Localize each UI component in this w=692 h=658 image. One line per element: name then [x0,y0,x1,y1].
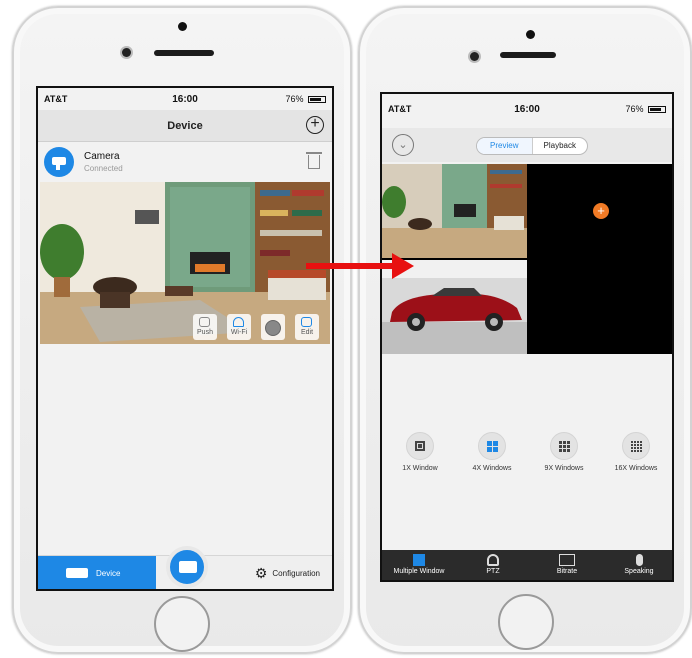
tab-configuration[interactable]: ⚙ Configuration [254,556,320,589]
tab-configuration-label: Configuration [272,568,320,578]
living-room-thumbnail [382,164,527,258]
multiple-window-label: Multiple Window [393,568,445,575]
transition-arrow-shaft [306,263,394,269]
speaking-button[interactable]: Speaking [604,550,672,580]
chevron-down-icon[interactable]: ⌄ [392,134,414,156]
bitrate-label: Bitrate [556,568,578,575]
bitrate-icon [559,554,575,566]
home-button [154,596,210,652]
earpiece-speaker [154,50,214,56]
wifi-icon [233,317,244,327]
add-channel-icon[interactable]: + [593,203,609,219]
tab-bar: Device ⚙ Configuration [38,546,332,589]
layout-9x[interactable]: 9X Windows [534,432,594,472]
push-icon [199,317,210,327]
view-mode-segment: Preview Playback [476,137,588,155]
clock-label: 16:00 [514,103,540,115]
view-toolbar: ⌄ Preview Playback [382,128,672,162]
video-grid: + [382,164,672,354]
live-view-screen: AT&T 16:00 76% ⌄ Preview Playback + 1X W… [380,92,674,582]
multiple-window-icon [413,554,425,566]
video-cell-4[interactable] [529,260,672,354]
battery-percent: 76% [285,94,304,104]
push-button[interactable]: Push [193,314,217,340]
battery-status: 76% [573,104,667,114]
folder-button[interactable] [166,546,208,588]
layout-9x-label: 9X Windows [544,465,584,472]
tab-device[interactable]: Device [38,556,156,589]
trash-icon[interactable] [306,152,322,169]
window-layout-options: 1X Window 4X Windows 9X Windows 16X Wind… [382,432,672,492]
layout-1x-label: 1X Window [402,465,438,472]
phone-frame-left: AT&T 16:00 76% Device + Camera Connected [12,6,352,654]
tab-device-label: Device [96,568,121,578]
ptz-label: PTZ [486,568,500,575]
phone-frame-right: AT&T 16:00 76% ⌄ Preview Playback + 1X W… [358,6,692,654]
dvr-icon [66,568,88,578]
tab-playback[interactable]: Playback [531,138,588,154]
proximity-sensor [178,22,187,31]
front-camera [122,48,131,57]
layout-1x[interactable]: 1X Window [390,432,450,472]
edit-icon [301,317,312,327]
battery-icon [308,96,326,104]
nine-window-icon [550,432,578,460]
gear-icon: ⚙ [254,564,268,581]
wifi-label: Wi-Fi [230,329,248,336]
layout-16x-label: 16X Windows [614,465,658,472]
settings-button[interactable] [261,314,285,340]
single-window-icon [406,432,434,460]
edit-label: Edit [300,329,314,336]
carrier-label: AT&T [44,94,68,104]
video-cell-2[interactable]: + [529,164,672,258]
device-list-screen: AT&T 16:00 76% Device + Camera Connected [36,86,334,591]
nav-bar: Device + [38,110,332,142]
four-window-icon [478,432,506,460]
speaking-label: Speaking [624,568,654,575]
arrow-right-icon [392,253,414,279]
add-device-icon[interactable]: + [306,116,324,134]
device-name: Camera [84,151,120,162]
proximity-sensor [526,30,535,39]
carrier-label: AT&T [388,104,412,114]
ptz-button[interactable]: PTZ [458,550,528,580]
page-title: Device [167,119,203,132]
layout-16x[interactable]: 16X Windows [606,432,666,472]
living-room-image [40,182,330,344]
camera-icon [44,147,74,177]
ptz-icon [487,554,499,566]
bitrate-button[interactable]: Bitrate [532,550,602,580]
earpiece-speaker [500,52,556,58]
tab-preview[interactable]: Preview [477,138,532,154]
battery-status: 76% [232,94,326,104]
layout-4x-label: 4X Windows [472,465,512,472]
bottom-toolbar: Multiple Window PTZ Bitrate Speaking [382,550,672,580]
wifi-button[interactable]: Wi-Fi [227,314,251,340]
battery-percent: 76% [625,104,644,114]
layout-4x[interactable]: 4X Windows [462,432,522,472]
video-cell-1[interactable] [382,164,527,258]
home-button [498,594,554,650]
edit-button[interactable]: Edit [295,314,319,340]
clock-label: 16:00 [172,93,198,105]
sixteen-window-icon [622,432,650,460]
aperture-icon [265,320,281,336]
device-row[interactable]: Camera Connected [38,144,332,180]
microphone-icon [635,554,643,566]
multiple-window-button[interactable]: Multiple Window [384,550,454,580]
front-camera [470,52,479,61]
battery-icon [648,106,667,114]
push-label: Push [197,329,213,336]
status-bar: AT&T 16:00 76% [382,98,672,120]
camera-preview-image[interactable]: Push Wi-Fi Edit [40,182,330,344]
device-info: Camera Connected [84,151,308,173]
status-bar: AT&T 16:00 76% [38,88,332,110]
device-status: Connected [84,164,123,173]
